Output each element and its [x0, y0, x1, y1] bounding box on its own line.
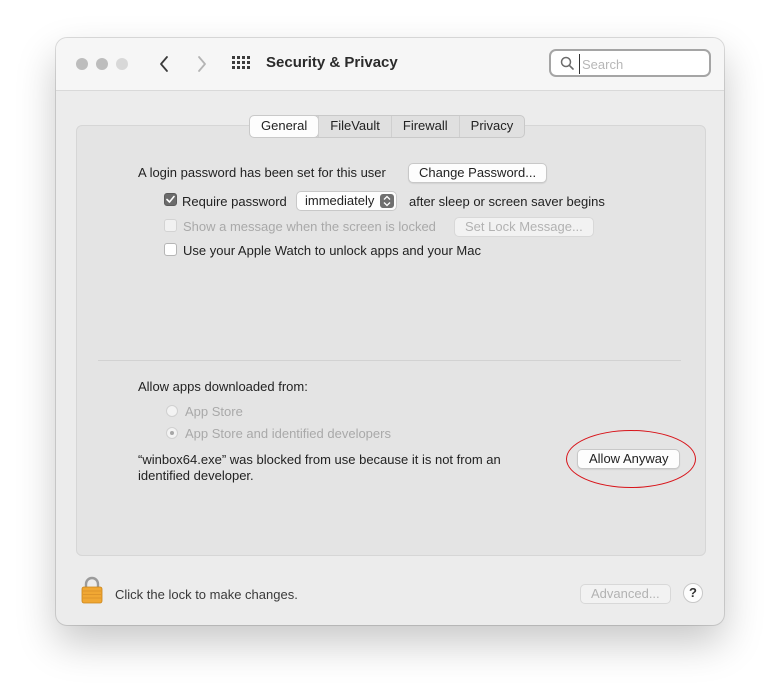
highlight-circle-annotation	[566, 430, 696, 488]
set-lock-message-button[interactable]: Set Lock Message...	[454, 217, 594, 237]
tab-filevault[interactable]: FileVault	[318, 116, 391, 137]
chevron-right-icon	[198, 56, 206, 72]
zoom-window-button[interactable]	[116, 58, 128, 70]
show-all-grid-button[interactable]	[232, 56, 250, 70]
tab-bar: General FileVault Firewall Privacy	[249, 115, 526, 138]
search-icon	[560, 56, 574, 70]
radio-app-store[interactable]	[166, 405, 178, 417]
radio-app-store-label: App Store	[185, 404, 243, 419]
require-interval-value: immediately	[305, 193, 375, 208]
tab-general[interactable]: General	[250, 116, 319, 137]
blocked-message-line2: identified developer.	[138, 468, 254, 483]
show-message-checkbox[interactable]	[164, 219, 177, 232]
search-field[interactable]	[549, 49, 711, 77]
chevron-left-icon	[160, 56, 168, 72]
lock-message: Click the lock to make changes.	[115, 587, 298, 602]
window-title: Security & Privacy	[266, 54, 398, 71]
help-button[interactable]: ?	[683, 583, 703, 603]
security-privacy-window: Security & Privacy General FileVault Fir…	[56, 38, 724, 625]
tab-firewall[interactable]: Firewall	[390, 116, 459, 137]
radio-app-store-identified-label: App Store and identified developers	[185, 426, 391, 441]
tab-privacy[interactable]: Privacy	[458, 116, 525, 137]
show-message-label: Show a message when the screen is locked	[183, 219, 436, 234]
blocked-message-line1: “winbox64.exe” was blocked from use beca…	[138, 452, 501, 467]
lock-button[interactable]	[81, 576, 103, 604]
apple-watch-checkbox[interactable]	[164, 243, 177, 256]
general-panel	[76, 125, 706, 556]
change-password-button[interactable]: Change Password...	[408, 163, 548, 183]
radio-app-store-identified[interactable]	[166, 427, 178, 439]
forward-button[interactable]	[190, 52, 212, 76]
after-sleep-text: after sleep or screen saver begins	[409, 194, 605, 209]
require-password-interval-select[interactable]: immediately	[296, 191, 398, 211]
close-window-button[interactable]	[76, 58, 88, 70]
grid-icon	[232, 56, 250, 69]
require-password-label: Require password	[182, 194, 287, 209]
title-bar: Security & Privacy	[56, 38, 724, 91]
allow-apps-heading: Allow apps downloaded from:	[138, 379, 308, 394]
section-divider	[98, 360, 681, 361]
advanced-button[interactable]: Advanced...	[580, 584, 671, 604]
login-password-text: A login password has been set for this u…	[138, 165, 386, 180]
checkmark-icon	[166, 195, 175, 203]
require-password-checkbox[interactable]	[164, 193, 177, 206]
apple-watch-label: Use your Apple Watch to unlock apps and …	[183, 243, 481, 258]
updown-arrows-icon	[380, 194, 395, 208]
back-button[interactable]	[154, 52, 176, 76]
lock-icon	[81, 576, 103, 604]
minimize-window-button[interactable]	[96, 58, 108, 70]
search-input[interactable]	[579, 54, 708, 74]
